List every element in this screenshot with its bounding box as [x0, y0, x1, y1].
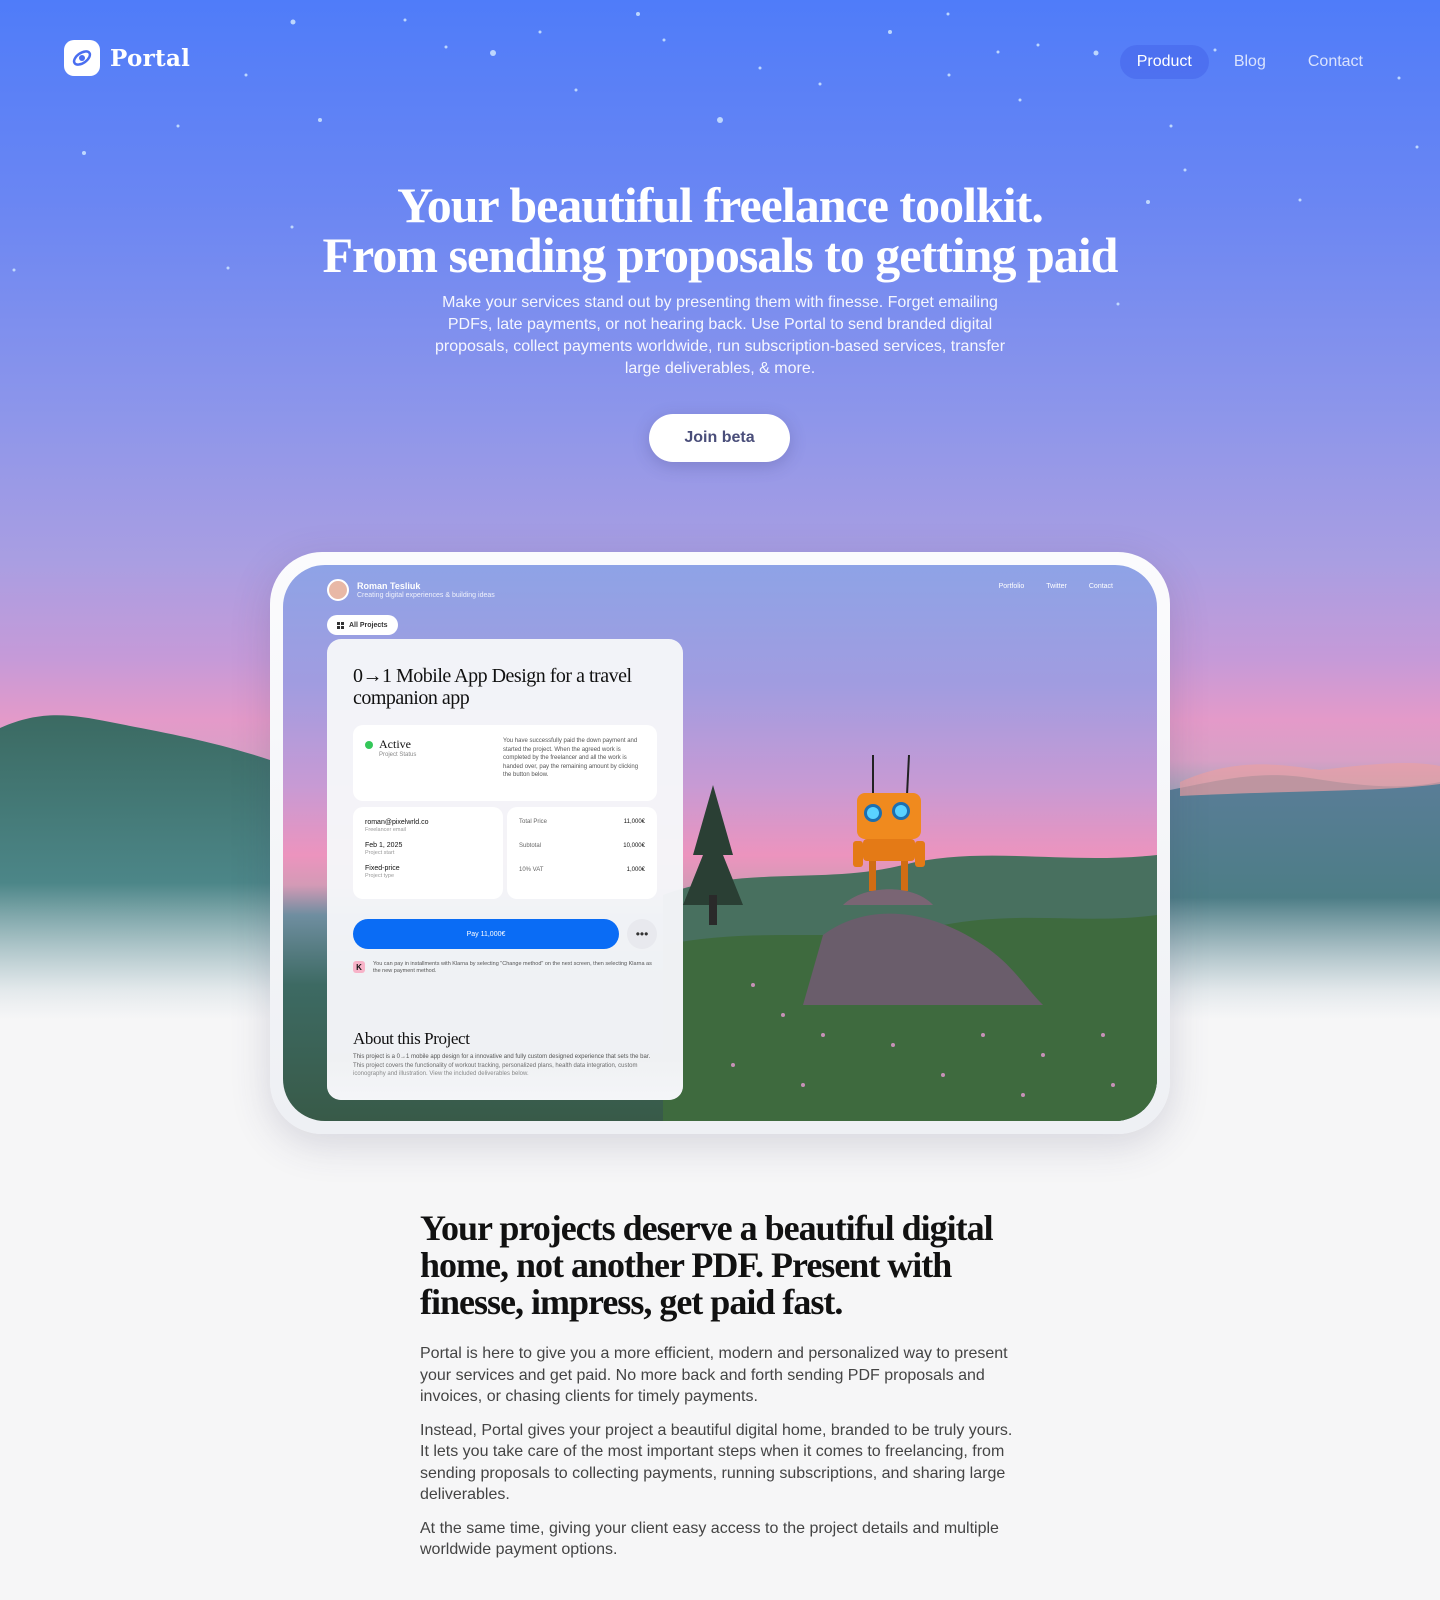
preview-profile: Roman Tesliuk Creating digital experienc…	[327, 579, 495, 601]
app-preview-screen: Roman Tesliuk Creating digital experienc…	[283, 565, 1157, 1121]
status-value: Active	[379, 737, 411, 751]
robot-illustration	[843, 755, 933, 905]
avatar	[327, 579, 349, 601]
nav-link-contact[interactable]: Contact	[1291, 45, 1380, 79]
top-nav: Portal Product Blog Contact	[0, 0, 1440, 120]
detail-item: roman@pixelwrld.co Freelancer email	[365, 819, 491, 834]
section-paragraph: Portal is here to give you a more effici…	[420, 1345, 1008, 1405]
grid-icon	[337, 621, 344, 629]
detail-key: Project start	[365, 850, 395, 856]
about-title: About this Project	[353, 1029, 470, 1048]
preview-nav-contact[interactable]: Contact	[1089, 583, 1113, 590]
price-label: 10% VAT	[519, 867, 544, 873]
section-paragraph: Instead, Portal gives your project a bea…	[420, 1421, 1013, 1504]
price-value: 10,000€	[623, 843, 645, 849]
status-dot	[365, 741, 373, 749]
detail-value: Feb 1, 2025	[365, 842, 403, 849]
status-label: Project Status	[379, 752, 417, 758]
price-value: 11,000€	[623, 819, 645, 825]
status-note: You have successfully paid the down paym…	[503, 738, 639, 778]
detail-key: Freelancer email	[365, 827, 406, 833]
detail-value: roman@pixelwrld.co	[365, 819, 429, 826]
klarna-icon: K	[353, 961, 365, 973]
section-paragraph: At the same time, giving your client eas…	[420, 1519, 999, 1559]
klarna-text: You can pay in installments with Klarna …	[373, 961, 652, 974]
pay-button[interactable]: Pay 11,000€	[353, 919, 619, 949]
hero-title: Your beautiful freelance toolkit. From s…	[0, 180, 1440, 280]
detail-value: Fixed-price	[365, 865, 400, 872]
price-label: Total Price	[519, 819, 548, 825]
preview-user-tagline: Creating digital experiences & building …	[357, 591, 495, 599]
preview-nav-twitter[interactable]: Twitter	[1046, 583, 1067, 590]
hero-title-line2: From sending proposals to getting paid	[322, 227, 1118, 283]
app-preview-device: Roman Tesliuk Creating digital experienc…	[270, 552, 1170, 1134]
all-projects-label: All Projects	[349, 621, 388, 629]
price-row: Total Price 11,000€	[519, 819, 645, 825]
brand-name: Portal	[110, 44, 191, 72]
intro-section: Your projects deserve a beautiful digita…	[420, 1210, 1030, 1561]
hero-title-line1: Your beautiful freelance toolkit.	[397, 177, 1044, 233]
klarna-note: K You can pay in installments with Klarn…	[353, 961, 657, 975]
portal-logo-icon	[64, 40, 100, 76]
project-details: roman@pixelwrld.co Freelancer email Feb …	[353, 807, 503, 899]
detail-item: Fixed-price Project type	[365, 865, 491, 880]
preview-nav: Portfolio Twitter Contact	[999, 583, 1113, 590]
price-label: Subtotal	[519, 843, 542, 849]
about-fade	[327, 1059, 683, 1100]
brand-logo[interactable]: Portal	[64, 40, 190, 76]
preview-user-name: Roman Tesliuk	[357, 580, 421, 591]
all-projects-button[interactable]: All Projects	[327, 615, 398, 635]
price-row: 10% VAT 1,000€	[519, 867, 645, 873]
project-title: 0→1 Mobile App Design for a travel compa…	[353, 665, 632, 709]
project-status-box: Active Project Status You have successfu…	[353, 725, 657, 801]
preview-nav-portfolio[interactable]: Portfolio	[999, 583, 1025, 590]
price-row: Subtotal 10,000€	[519, 843, 645, 849]
price-breakdown: Total Price 11,000€ Subtotal 10,000€ 10% V…	[507, 807, 657, 899]
nav-links: Product Blog Contact	[1119, 45, 1380, 79]
detail-key: Project type	[365, 873, 395, 879]
nav-link-blog[interactable]: Blog	[1217, 45, 1283, 79]
more-options-button[interactable]: •••	[627, 919, 657, 949]
hero-subtitle: Make your services stand out by presenti…	[434, 294, 1006, 377]
detail-item: Feb 1, 2025 Project start	[365, 842, 491, 857]
join-beta-button[interactable]: Join beta	[649, 414, 790, 462]
nav-link-product[interactable]: Product	[1119, 45, 1209, 79]
section-title: Your projects deserve a beautiful digita…	[420, 1208, 994, 1322]
project-card: 0→1 Mobile App Design for a travel compa…	[327, 639, 683, 1100]
price-value: 1,000€	[626, 867, 645, 873]
